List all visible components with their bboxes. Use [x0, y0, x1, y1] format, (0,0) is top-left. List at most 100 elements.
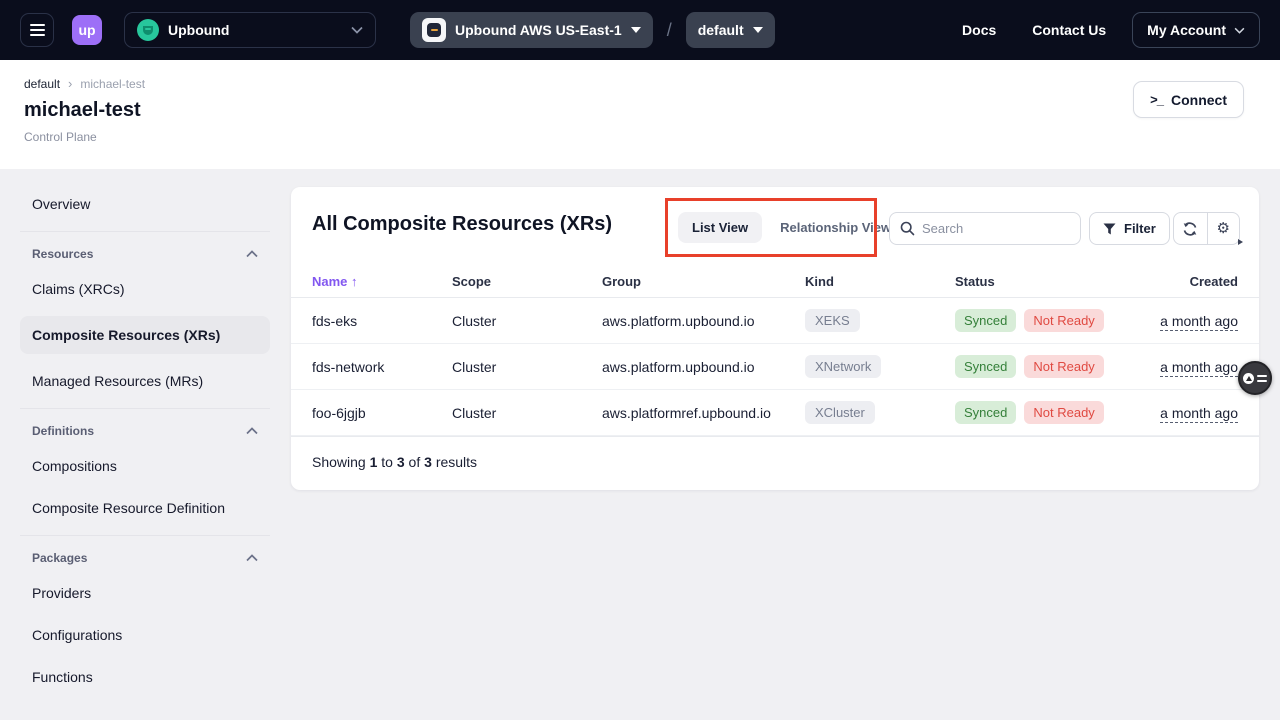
results-summary: Showing 1 to 3 of 3 results — [291, 436, 1259, 490]
my-account-button[interactable]: My Account — [1132, 12, 1260, 48]
chevron-up-icon — [246, 250, 258, 258]
chevron-up-icon — [246, 427, 258, 435]
breadcrumb: default › michael-test — [24, 76, 1256, 91]
search-input[interactable] — [922, 221, 1052, 236]
upbound-logo[interactable]: up — [72, 15, 102, 45]
card-header: All Composite Resources (XRs) List View … — [291, 187, 1259, 265]
hamburger-menu-button[interactable] — [20, 13, 54, 47]
sidebar-item-composite-resources[interactable]: Composite Resources (XRs) — [20, 316, 270, 354]
cell-name[interactable]: foo-6jgjb — [312, 405, 452, 421]
cell-scope: Cluster — [452, 359, 602, 375]
column-header-scope[interactable]: Scope — [452, 274, 602, 289]
created-tooltip-text[interactable]: a month ago — [1160, 359, 1238, 377]
cell-status: Synced Not Ready — [955, 401, 1145, 424]
cell-group: aws.platform.upbound.io — [602, 359, 805, 375]
column-header-group[interactable]: Group — [602, 274, 805, 289]
table-row[interactable]: fds-eks Cluster aws.platform.upbound.io … — [291, 298, 1259, 344]
status-badge-synced: Synced — [955, 309, 1016, 332]
auto-refresh-settings-button[interactable]: ⚙ — [1207, 213, 1240, 244]
kind-badge: XNetwork — [805, 355, 881, 378]
table-action-buttons: ⚙ — [1173, 212, 1240, 245]
cell-kind: XNetwork — [805, 355, 955, 378]
tab-list-view[interactable]: List View — [678, 212, 762, 243]
chevron-up-icon — [246, 554, 258, 562]
sidebar-section-definitions[interactable]: Definitions — [20, 423, 270, 439]
refresh-button[interactable] — [1174, 213, 1207, 244]
cell-status: Synced Not Ready — [955, 355, 1145, 378]
nav-link-docs[interactable]: Docs — [962, 22, 996, 38]
sort-asc-icon: ↑ — [351, 274, 358, 289]
cell-name[interactable]: fds-network — [312, 359, 452, 375]
results-from: 1 — [370, 454, 378, 470]
sidebar-item-claims[interactable]: Claims (XRCs) — [20, 274, 270, 304]
cell-created: a month ago — [1145, 313, 1238, 329]
search-box — [889, 212, 1081, 245]
cell-scope: Cluster — [452, 405, 602, 421]
kind-badge: XCluster — [805, 401, 875, 424]
status-badge-not-ready: Not Ready — [1024, 401, 1103, 424]
sidebar-item-functions[interactable]: Functions — [20, 662, 270, 692]
composite-resources-card: All Composite Resources (XRs) List View … — [291, 187, 1259, 490]
cell-created: a month ago — [1145, 405, 1238, 421]
connect-button[interactable]: >_ Connect — [1133, 81, 1244, 118]
card-title: All Composite Resources (XRs) — [312, 213, 612, 236]
results-to: 3 — [397, 454, 405, 470]
created-tooltip-text[interactable]: a month ago — [1160, 405, 1238, 423]
sidebar-section-packages[interactable]: Packages — [20, 550, 270, 566]
page-subtitle: Control Plane — [24, 130, 1256, 144]
org-selector-dropdown[interactable]: Upbound — [124, 12, 376, 48]
page-header: default › michael-test michael-test Cont… — [0, 60, 1280, 169]
namespace-selector-dropdown[interactable]: default — [686, 12, 775, 48]
chevron-down-icon — [351, 26, 363, 34]
sidebar: Overview Resources Claims (XRCs) Composi… — [0, 169, 290, 720]
sidebar-divider — [20, 231, 270, 232]
cell-kind: XEKS — [805, 309, 955, 332]
status-badge-not-ready: Not Ready — [1024, 355, 1103, 378]
column-header-status[interactable]: Status — [955, 274, 1145, 289]
org-avatar-icon — [137, 19, 159, 41]
gear-icon: ⚙ — [1217, 221, 1230, 236]
column-header-kind[interactable]: Kind — [805, 274, 955, 289]
cell-scope: Cluster — [452, 313, 602, 329]
caret-down-icon — [631, 27, 641, 33]
filter-button[interactable]: Filter — [1089, 212, 1170, 245]
refresh-icon — [1182, 221, 1198, 237]
breadcrumb-current: michael-test — [80, 77, 145, 91]
my-account-label: My Account — [1147, 22, 1226, 38]
sidebar-divider — [20, 408, 270, 409]
breadcrumb-root[interactable]: default — [24, 77, 60, 91]
filter-funnel-icon — [1103, 223, 1116, 235]
page-title: michael-test — [24, 99, 1256, 122]
namespace-selector-label: default — [698, 22, 744, 38]
sidebar-item-compositions[interactable]: Compositions — [20, 451, 270, 481]
cell-status: Synced Not Ready — [955, 309, 1145, 332]
chevron-down-icon — [1234, 27, 1245, 34]
column-header-created[interactable]: Created — [1145, 274, 1238, 289]
sidebar-item-configurations[interactable]: Configurations — [20, 620, 270, 650]
control-plane-selector-dropdown[interactable]: Upbound AWS US-East-1 — [410, 12, 653, 48]
sidebar-item-providers[interactable]: Providers — [20, 578, 270, 608]
cell-name[interactable]: fds-eks — [312, 313, 452, 329]
annotation-widget-button[interactable] — [1238, 361, 1272, 395]
cell-kind: XCluster — [805, 401, 955, 424]
status-badge-not-ready: Not Ready — [1024, 309, 1103, 332]
nav-link-contact-us[interactable]: Contact Us — [1032, 22, 1106, 38]
column-header-name[interactable]: Name ↑ — [312, 274, 452, 289]
table-header-row: Name ↑ Scope Group Kind Status Created — [291, 265, 1259, 298]
cell-group: aws.platform.upbound.io — [602, 313, 805, 329]
sidebar-section-resources[interactable]: Resources — [20, 246, 270, 262]
kind-badge: XEKS — [805, 309, 860, 332]
created-tooltip-text[interactable]: a month ago — [1160, 313, 1238, 331]
status-badge-synced: Synced — [955, 355, 1016, 378]
tab-relationship-view[interactable]: Relationship View — [780, 220, 891, 235]
sidebar-item-overview[interactable]: Overview — [20, 189, 270, 219]
caret-down-icon — [753, 27, 763, 33]
breadcrumb-separator-icon: › — [68, 76, 72, 91]
sidebar-item-composite-resource-definition[interactable]: Composite Resource Definition — [20, 493, 270, 523]
sidebar-item-managed-resources[interactable]: Managed Resources (MRs) — [20, 366, 270, 396]
table-row[interactable]: foo-6jgjb Cluster aws.platformref.upboun… — [291, 390, 1259, 436]
table-row[interactable]: fds-network Cluster aws.platform.upbound… — [291, 344, 1259, 390]
sidebar-divider — [20, 535, 270, 536]
status-badge-synced: Synced — [955, 401, 1016, 424]
connect-button-label: Connect — [1171, 92, 1227, 108]
